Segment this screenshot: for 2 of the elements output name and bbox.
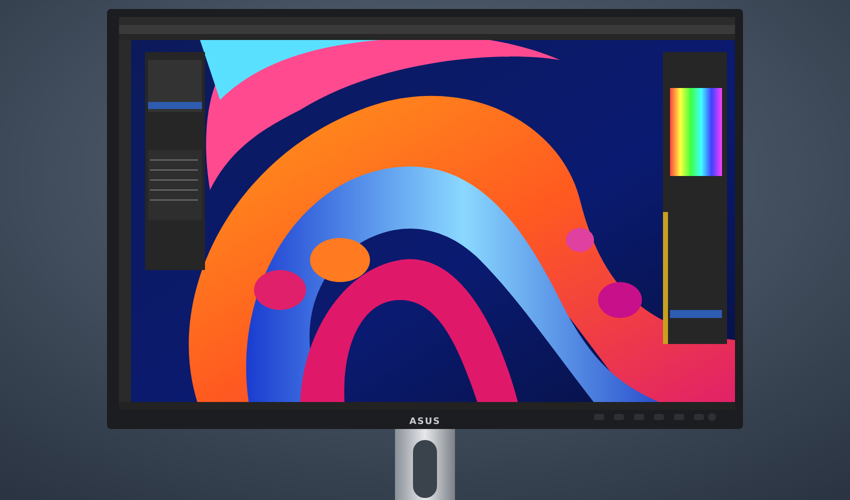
brand-logo: ASUS xyxy=(409,417,441,427)
monitor-stand-drawing xyxy=(395,428,455,500)
